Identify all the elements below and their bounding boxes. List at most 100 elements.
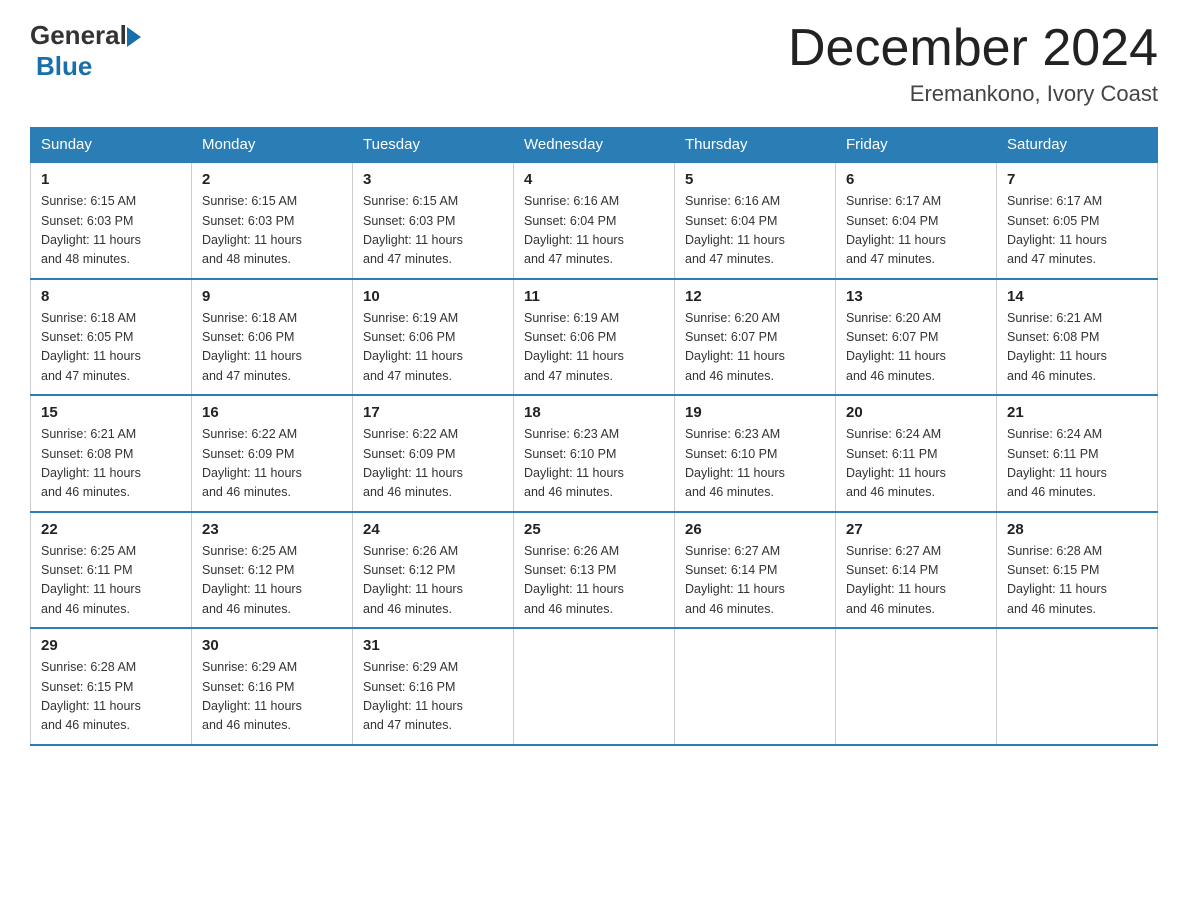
day-info: Sunrise: 6:29 AMSunset: 6:16 PMDaylight:…	[202, 658, 342, 736]
day-info: Sunrise: 6:16 AMSunset: 6:04 PMDaylight:…	[685, 192, 825, 270]
month-title: December 2024	[788, 20, 1158, 77]
day-number: 9	[202, 288, 342, 305]
day-number: 5	[685, 171, 825, 188]
day-info: Sunrise: 6:17 AMSunset: 6:04 PMDaylight:…	[846, 192, 986, 270]
page-header: General Blue December 2024 Eremankono, I…	[30, 20, 1158, 107]
day-number: 13	[846, 288, 986, 305]
calendar-header-row: SundayMondayTuesdayWednesdayThursdayFrid…	[31, 128, 1158, 163]
day-number: 12	[685, 288, 825, 305]
calendar-week-row: 22Sunrise: 6:25 AMSunset: 6:11 PMDayligh…	[31, 512, 1158, 629]
logo-general-text: General	[30, 20, 127, 51]
day-number: 19	[685, 404, 825, 421]
calendar-cell	[675, 628, 836, 745]
column-header-saturday: Saturday	[997, 128, 1158, 163]
day-info: Sunrise: 6:15 AMSunset: 6:03 PMDaylight:…	[202, 192, 342, 270]
day-number: 10	[363, 288, 503, 305]
column-header-wednesday: Wednesday	[514, 128, 675, 163]
calendar-cell: 12Sunrise: 6:20 AMSunset: 6:07 PMDayligh…	[675, 279, 836, 396]
calendar-cell	[997, 628, 1158, 745]
day-info: Sunrise: 6:19 AMSunset: 6:06 PMDaylight:…	[363, 309, 503, 387]
calendar-cell: 2 Sunrise: 6:15 AMSunset: 6:03 PMDaylight…	[192, 162, 353, 279]
calendar-cell: 31 Sunrise: 6:29 AMSunset: 6:16 PMDayligh…	[353, 628, 514, 745]
day-info: Sunrise: 6:18 AMSunset: 6:05 PMDaylight:…	[41, 309, 181, 387]
day-info: Sunrise: 6:27 AMSunset: 6:14 PMDaylight:…	[685, 542, 825, 620]
calendar-cell	[514, 628, 675, 745]
calendar-cell: 26 Sunrise: 6:27 AMSunset: 6:14 PMDayligh…	[675, 512, 836, 629]
calendar-cell: 30 Sunrise: 6:29 AMSunset: 6:16 PMDayligh…	[192, 628, 353, 745]
logo-blue-text: Blue	[36, 51, 92, 81]
day-info: Sunrise: 6:28 AMSunset: 6:15 PMDaylight:…	[1007, 542, 1147, 620]
day-number: 18	[524, 404, 664, 421]
calendar-cell: 25 Sunrise: 6:26 AMSunset: 6:13 PMDayligh…	[514, 512, 675, 629]
day-info: Sunrise: 6:27 AMSunset: 6:14 PMDaylight:…	[846, 542, 986, 620]
day-number: 4	[524, 171, 664, 188]
day-info: Sunrise: 6:25 AMSunset: 6:12 PMDaylight:…	[202, 542, 342, 620]
column-header-friday: Friday	[836, 128, 997, 163]
calendar-cell: 23 Sunrise: 6:25 AMSunset: 6:12 PMDayligh…	[192, 512, 353, 629]
day-number: 30	[202, 637, 342, 654]
day-number: 23	[202, 521, 342, 538]
calendar-cell: 10 Sunrise: 6:19 AMSunset: 6:06 PMDayligh…	[353, 279, 514, 396]
calendar-cell: 28 Sunrise: 6:28 AMSunset: 6:15 PMDayligh…	[997, 512, 1158, 629]
calendar-week-row: 1 Sunrise: 6:15 AMSunset: 6:03 PMDaylight…	[31, 162, 1158, 279]
day-number: 8	[41, 288, 181, 305]
calendar-cell: 6 Sunrise: 6:17 AMSunset: 6:04 PMDaylight…	[836, 162, 997, 279]
day-info: Sunrise: 6:23 AMSunset: 6:10 PMDaylight:…	[524, 425, 664, 503]
day-info: Sunrise: 6:26 AMSunset: 6:13 PMDaylight:…	[524, 542, 664, 620]
day-number: 25	[524, 521, 664, 538]
calendar-cell: 1 Sunrise: 6:15 AMSunset: 6:03 PMDaylight…	[31, 162, 192, 279]
calendar-cell: 5 Sunrise: 6:16 AMSunset: 6:04 PMDaylight…	[675, 162, 836, 279]
column-header-sunday: Sunday	[31, 128, 192, 163]
day-info: Sunrise: 6:24 AMSunset: 6:11 PMDaylight:…	[846, 425, 986, 503]
day-info: Sunrise: 6:28 AMSunset: 6:15 PMDaylight:…	[41, 658, 181, 736]
day-number: 21	[1007, 404, 1147, 421]
calendar-table: SundayMondayTuesdayWednesdayThursdayFrid…	[30, 127, 1158, 746]
logo-arrow-icon	[127, 27, 141, 47]
day-number: 14	[1007, 288, 1147, 305]
calendar-cell: 21Sunrise: 6:24 AMSunset: 6:11 PMDayligh…	[997, 395, 1158, 512]
day-number: 1	[41, 171, 181, 188]
day-info: Sunrise: 6:15 AMSunset: 6:03 PMDaylight:…	[41, 192, 181, 270]
day-number: 3	[363, 171, 503, 188]
day-info: Sunrise: 6:17 AMSunset: 6:05 PMDaylight:…	[1007, 192, 1147, 270]
day-number: 6	[846, 171, 986, 188]
calendar-cell	[836, 628, 997, 745]
day-number: 15	[41, 404, 181, 421]
day-number: 24	[363, 521, 503, 538]
day-info: Sunrise: 6:16 AMSunset: 6:04 PMDaylight:…	[524, 192, 664, 270]
calendar-cell: 13 Sunrise: 6:20 AMSunset: 6:07 PMDayligh…	[836, 279, 997, 396]
calendar-cell: 17 Sunrise: 6:22 AMSunset: 6:09 PMDayligh…	[353, 395, 514, 512]
calendar-cell: 20Sunrise: 6:24 AMSunset: 6:11 PMDayligh…	[836, 395, 997, 512]
day-info: Sunrise: 6:21 AMSunset: 6:08 PMDaylight:…	[1007, 309, 1147, 387]
day-number: 2	[202, 171, 342, 188]
day-info: Sunrise: 6:29 AMSunset: 6:16 PMDaylight:…	[363, 658, 503, 736]
day-info: Sunrise: 6:20 AMSunset: 6:07 PMDaylight:…	[846, 309, 986, 387]
column-header-tuesday: Tuesday	[353, 128, 514, 163]
calendar-week-row: 15 Sunrise: 6:21 AMSunset: 6:08 PMDayligh…	[31, 395, 1158, 512]
calendar-cell: 4 Sunrise: 6:16 AMSunset: 6:04 PMDaylight…	[514, 162, 675, 279]
calendar-cell: 16Sunrise: 6:22 AMSunset: 6:09 PMDayligh…	[192, 395, 353, 512]
calendar-cell: 7 Sunrise: 6:17 AMSunset: 6:05 PMDaylight…	[997, 162, 1158, 279]
calendar-cell: 22Sunrise: 6:25 AMSunset: 6:11 PMDayligh…	[31, 512, 192, 629]
location-title: Eremankono, Ivory Coast	[788, 81, 1158, 107]
day-number: 28	[1007, 521, 1147, 538]
day-info: Sunrise: 6:22 AMSunset: 6:09 PMDaylight:…	[363, 425, 503, 503]
calendar-week-row: 29Sunrise: 6:28 AMSunset: 6:15 PMDayligh…	[31, 628, 1158, 745]
calendar-cell: 9Sunrise: 6:18 AMSunset: 6:06 PMDaylight…	[192, 279, 353, 396]
calendar-cell: 14 Sunrise: 6:21 AMSunset: 6:08 PMDayligh…	[997, 279, 1158, 396]
calendar-cell: 18 Sunrise: 6:23 AMSunset: 6:10 PMDayligh…	[514, 395, 675, 512]
day-number: 7	[1007, 171, 1147, 188]
day-info: Sunrise: 6:15 AMSunset: 6:03 PMDaylight:…	[363, 192, 503, 270]
day-info: Sunrise: 6:23 AMSunset: 6:10 PMDaylight:…	[685, 425, 825, 503]
calendar-cell: 11Sunrise: 6:19 AMSunset: 6:06 PMDayligh…	[514, 279, 675, 396]
calendar-cell: 15 Sunrise: 6:21 AMSunset: 6:08 PMDayligh…	[31, 395, 192, 512]
day-info: Sunrise: 6:25 AMSunset: 6:11 PMDaylight:…	[41, 542, 181, 620]
column-header-monday: Monday	[192, 128, 353, 163]
calendar-cell: 3 Sunrise: 6:15 AMSunset: 6:03 PMDaylight…	[353, 162, 514, 279]
day-number: 31	[363, 637, 503, 654]
day-number: 26	[685, 521, 825, 538]
column-header-thursday: Thursday	[675, 128, 836, 163]
day-info: Sunrise: 6:21 AMSunset: 6:08 PMDaylight:…	[41, 425, 181, 503]
day-number: 17	[363, 404, 503, 421]
calendar-cell: 29Sunrise: 6:28 AMSunset: 6:15 PMDayligh…	[31, 628, 192, 745]
